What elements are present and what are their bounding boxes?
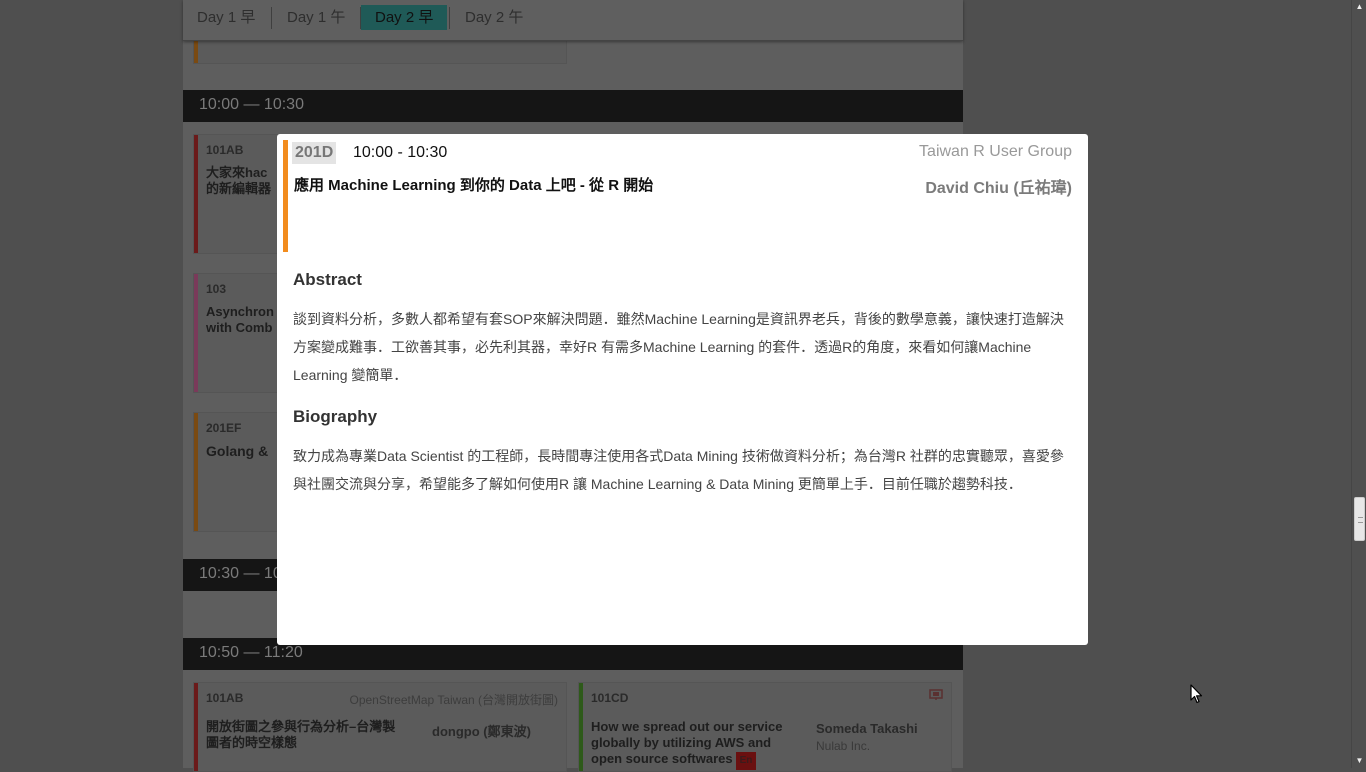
modal-speaker: David Chiu (丘祐瑋) <box>925 180 1072 197</box>
biography-text: 致力成為專業Data Scientist 的工程師，長時間專注使用各式Data … <box>293 448 1064 492</box>
tab-day1-morning[interactable]: Day 1 早 <box>183 5 269 30</box>
session-stripe <box>194 683 198 771</box>
session-speaker: Someda Takashi <box>816 721 918 736</box>
scroll-up-arrow-icon[interactable]: ▲ <box>1352 0 1366 14</box>
session-stripe <box>194 413 198 531</box>
session-stripe <box>194 41 198 63</box>
modal-organization: Taiwan R User Group <box>919 143 1072 160</box>
tab-day1-afternoon[interactable]: Day 1 午 <box>273 5 359 30</box>
session-speaker: dongpo (鄭東波) <box>432 724 531 739</box>
slides-icon <box>929 689 943 700</box>
session-org: OpenStreetMap Taiwan (台灣開放街圖) <box>349 693 558 707</box>
modal-accent-stripe <box>283 140 288 252</box>
session-stripe <box>194 274 198 392</box>
session-title: 大家來hac 的新編輯器 <box>206 165 272 196</box>
session-title: Asynchron with Comb <box>206 304 274 335</box>
session-title: Golang & <box>206 443 269 459</box>
modal-room-badge: 201D <box>292 142 337 164</box>
tab-day2-morning[interactable]: Day 2 早 <box>361 5 448 30</box>
tab-day2-afternoon[interactable]: Day 2 午 <box>451 5 537 30</box>
mouse-pointer-icon <box>1190 684 1203 704</box>
session-room: 201EF <box>206 421 242 435</box>
abstract-heading: Abstract <box>293 270 362 289</box>
grip-icon <box>1358 517 1363 523</box>
session-card[interactable]: 101CD How we spread out our service glob… <box>578 682 952 772</box>
session-room: 103 <box>206 282 227 296</box>
session-room: 101AB <box>206 691 244 705</box>
session-room: 101CD <box>591 691 629 705</box>
session-stripe <box>194 135 198 253</box>
day-tab-bar: Day 1 早 Day 1 午 Day 2 早 Day 2 午 <box>183 0 963 41</box>
session-title: How we spread out our service globally b… <box>591 719 782 770</box>
session-detail-modal: 201D 10:00 - 10:30 Taiwan R User Group 應… <box>277 134 1088 645</box>
modal-session-title: 應用 Machine Learning 到你的 Data 上吧 - 從 R 開始 <box>294 177 654 194</box>
scroll-thumb[interactable] <box>1354 497 1365 541</box>
session-room: 101AB <box>206 143 244 157</box>
session-card-partial[interactable] <box>193 40 567 64</box>
session-company: Nulab Inc. <box>816 739 871 753</box>
modal-time: 10:00 - 10:30 <box>353 144 448 161</box>
session-title: 開放街圖之參與行為分析–台灣製 圖者的時空樣態 <box>206 719 396 750</box>
session-stripe <box>579 683 583 771</box>
tab-divider <box>271 7 272 29</box>
page-scrollbar[interactable]: ▲ ▼ <box>1351 0 1366 768</box>
time-slot-header: 10:00 — 10:30 <box>183 90 963 122</box>
tab-divider <box>449 7 450 29</box>
biography-heading: Biography <box>293 407 378 426</box>
abstract-text: 談到資料分析，多數人都希望有套SOP來解決問題．雖然Machine Learni… <box>293 311 1064 383</box>
language-badge: En <box>735 752 757 770</box>
session-card[interactable]: 101AB OpenStreetMap Taiwan (台灣開放街圖) 開放街圖… <box>193 682 567 772</box>
scroll-down-arrow-icon[interactable]: ▼ <box>1352 754 1366 768</box>
